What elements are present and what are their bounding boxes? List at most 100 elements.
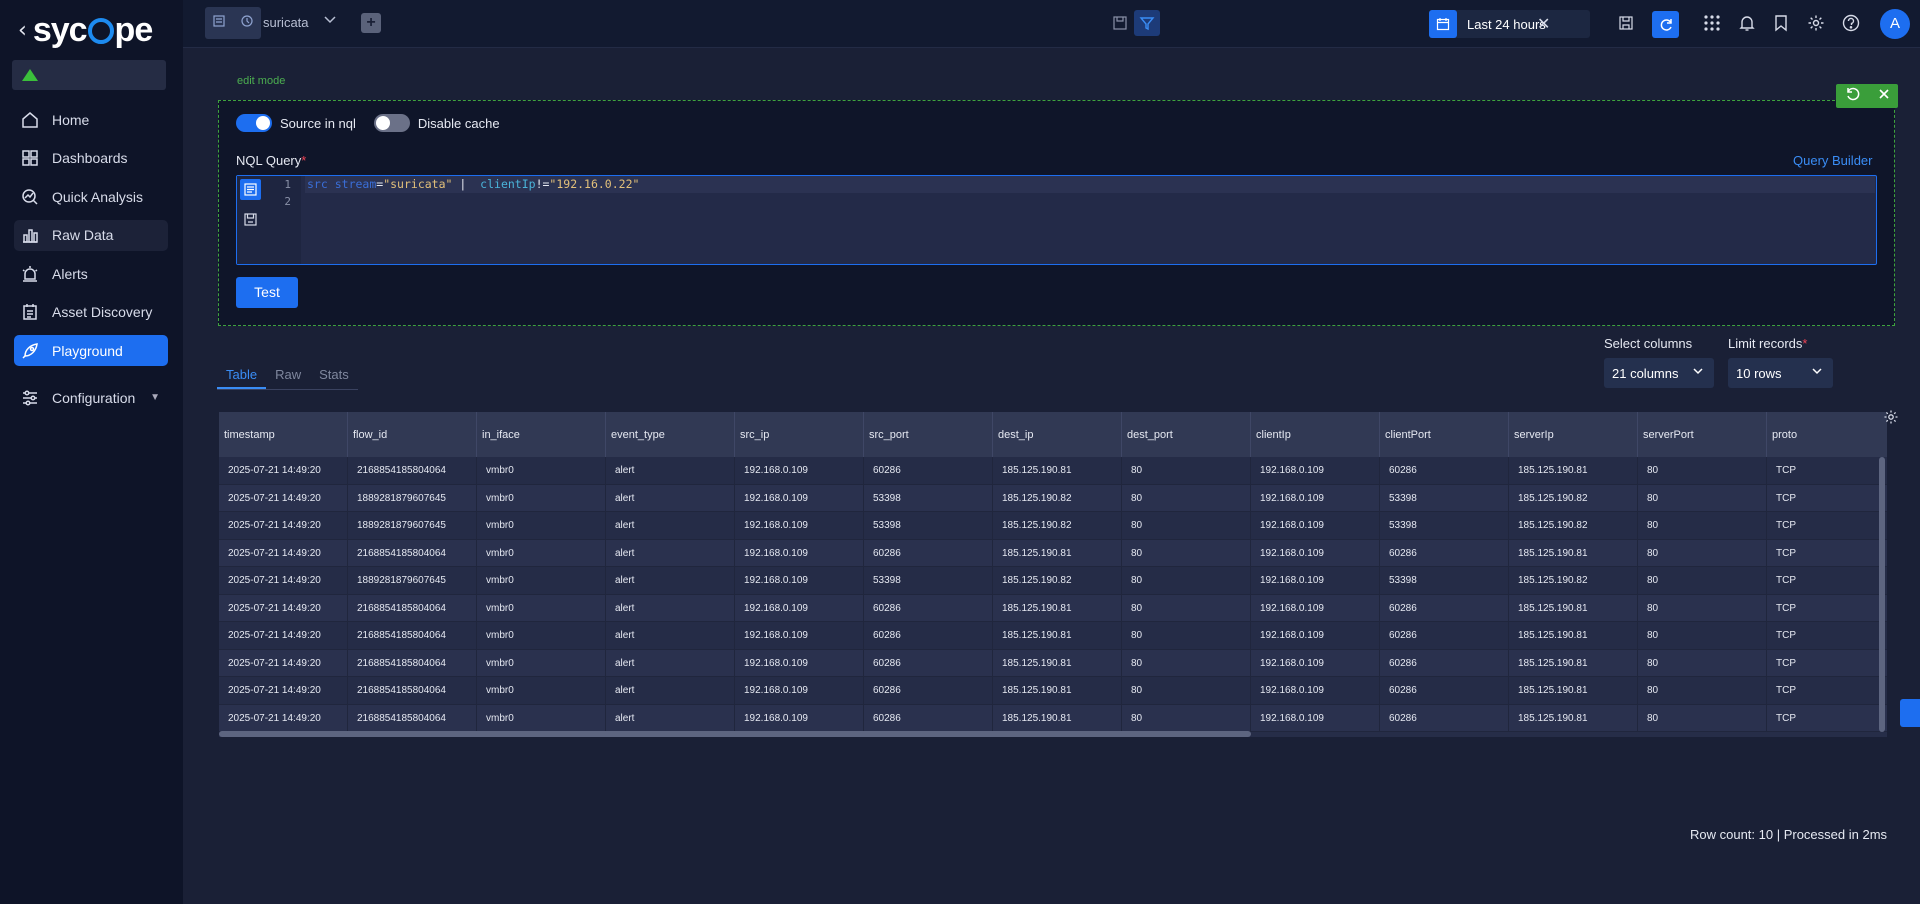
nql-query-label: NQL Query* bbox=[236, 153, 307, 168]
column-header[interactable]: clientPort bbox=[1380, 412, 1509, 457]
table-cell: 2025-07-21 14:49:20 bbox=[219, 594, 348, 621]
column-header[interactable]: in_iface bbox=[477, 412, 606, 457]
save-query-icon[interactable] bbox=[240, 209, 261, 230]
table-cell: 2168854185804064 bbox=[348, 704, 477, 731]
history-icon[interactable] bbox=[240, 14, 254, 33]
table-cell: 60286 bbox=[864, 649, 993, 676]
add-tab-button[interactable]: + bbox=[361, 13, 381, 33]
select-columns-dropdown[interactable]: 21 columns bbox=[1604, 358, 1714, 388]
user-avatar[interactable]: A bbox=[1880, 9, 1910, 39]
column-header[interactable]: src_ip bbox=[735, 412, 864, 457]
tab-table[interactable]: Table bbox=[217, 367, 267, 389]
table-cell: 2025-07-21 14:49:20 bbox=[219, 457, 348, 484]
quick-analysis-icon bbox=[20, 187, 40, 207]
column-header[interactable]: timestamp bbox=[219, 412, 348, 457]
editor-gutter bbox=[237, 176, 264, 264]
table-cell: alert bbox=[606, 457, 735, 484]
chevron-down-icon: ▼ bbox=[150, 392, 160, 403]
table-row[interactable]: 2025-07-21 14:49:20 2168854185804064 vmbr0… bbox=[219, 539, 1887, 567]
column-header[interactable]: serverPort bbox=[1638, 412, 1767, 457]
sidebar-item-label: Home bbox=[52, 111, 90, 128]
time-range-picker[interactable]: Last 24 hours ✕ bbox=[1429, 10, 1590, 38]
vertical-scrollbar[interactable] bbox=[1879, 457, 1885, 732]
apps-grid-icon[interactable] bbox=[1701, 12, 1723, 34]
settings-gear-icon[interactable] bbox=[1805, 12, 1827, 34]
save-filter-icon[interactable] bbox=[1109, 12, 1131, 34]
sidebar-item-dashboards[interactable]: Dashboards bbox=[14, 143, 168, 174]
column-header[interactable]: dest_ip bbox=[993, 412, 1122, 457]
table-cell: 80 bbox=[1122, 622, 1251, 649]
tab-raw[interactable]: Raw bbox=[266, 367, 310, 389]
sidebar-item-raw-data[interactable]: Raw Data bbox=[14, 219, 168, 251]
sidebar-item-alerts[interactable]: Alerts bbox=[14, 258, 168, 289]
table-cell: 192.168.0.109 bbox=[735, 567, 864, 594]
time-range-label: Last 24 hours bbox=[1467, 17, 1546, 32]
column-header[interactable]: clientIp bbox=[1251, 412, 1380, 457]
source-in-nql-toggle[interactable] bbox=[236, 114, 272, 132]
source-in-nql-label: Source in nql bbox=[280, 115, 356, 131]
table-row[interactable]: 2025-07-21 14:49:20 2168854185804064 vmbr0… bbox=[219, 677, 1887, 705]
filter-icon[interactable] bbox=[1134, 10, 1160, 36]
disable-cache-toggle[interactable] bbox=[373, 114, 410, 132]
table-cell: 53398 bbox=[1380, 567, 1509, 594]
chevron-down-icon bbox=[1692, 365, 1704, 380]
table-cell: 60286 bbox=[864, 594, 993, 621]
table-row[interactable]: 2025-07-21 14:49:20 1889281879607645 vmbr0… bbox=[219, 567, 1887, 595]
table-cell: 185.125.190.82 bbox=[1509, 567, 1638, 594]
query-code[interactable]: src stream="suricata" | clientIp!="192.1… bbox=[305, 176, 1875, 193]
tenant-selector[interactable] bbox=[12, 60, 166, 90]
format-query-icon[interactable] bbox=[240, 179, 261, 200]
table-cell: vmbr0 bbox=[477, 484, 606, 511]
table-row[interactable]: 2025-07-21 14:49:20 1889281879607645 vmbr0… bbox=[219, 512, 1887, 540]
sidebar-item-configuration[interactable]: Configuration ▼ bbox=[14, 382, 168, 413]
column-header[interactable]: event_type bbox=[606, 412, 735, 457]
reset-icon[interactable] bbox=[1845, 86, 1861, 107]
table-row[interactable]: 2025-07-21 14:49:20 2168854185804064 vmbr0… bbox=[219, 704, 1887, 732]
table-cell: vmbr0 bbox=[477, 622, 606, 649]
table-cell: 1889281879607645 bbox=[348, 484, 477, 511]
page-switcher[interactable] bbox=[205, 7, 261, 39]
table-row[interactable]: 2025-07-21 14:49:20 2168854185804064 vmbr0… bbox=[219, 622, 1887, 650]
close-icon[interactable] bbox=[1878, 87, 1890, 105]
column-header[interactable]: src_port bbox=[864, 412, 993, 457]
bookmark-icon[interactable] bbox=[1770, 12, 1792, 34]
save-time-icon[interactable] bbox=[1615, 12, 1637, 34]
table-cell: vmbr0 bbox=[477, 649, 606, 676]
help-icon[interactable] bbox=[1840, 12, 1862, 34]
table-cell: 53398 bbox=[1380, 484, 1509, 511]
table-row[interactable]: 2025-07-21 14:49:20 2168854185804064 vmbr0… bbox=[219, 649, 1887, 677]
limit-records-dropdown[interactable]: 10 rows bbox=[1728, 358, 1833, 388]
back-icon[interactable]: ‹ bbox=[18, 18, 27, 43]
table-settings-gear-icon[interactable] bbox=[1883, 409, 1899, 430]
table-cell: 60286 bbox=[864, 457, 993, 484]
table-cell: 192.168.0.109 bbox=[735, 704, 864, 731]
tab-stats[interactable]: Stats bbox=[310, 367, 358, 389]
column-header[interactable]: proto bbox=[1767, 412, 1887, 457]
chevron-down-icon[interactable] bbox=[323, 12, 337, 29]
table-cell: 1889281879607645 bbox=[348, 567, 477, 594]
table-cell: 80 bbox=[1122, 484, 1251, 511]
table-row[interactable]: 2025-07-21 14:49:20 2168854185804064 vmbr0… bbox=[219, 594, 1887, 622]
table-row[interactable]: 2025-07-21 14:49:20 1889281879607645 vmbr0… bbox=[219, 484, 1887, 512]
clear-time-icon[interactable]: ✕ bbox=[1537, 14, 1550, 34]
sidebar-item-home[interactable]: Home bbox=[14, 104, 168, 135]
table-row[interactable]: 2025-07-21 14:49:20 2168854185804064 vmbr0… bbox=[219, 457, 1887, 485]
nql-editor[interactable]: 1 2 src stream="suricata" | clientIp!="1… bbox=[236, 175, 1877, 265]
table-cell: TCP bbox=[1767, 567, 1887, 594]
sidebar-item-playground[interactable]: Playground bbox=[14, 335, 168, 366]
chevron-down-icon bbox=[1811, 365, 1823, 380]
query-builder-link[interactable]: Query Builder bbox=[1793, 153, 1872, 168]
horizontal-scrollbar[interactable] bbox=[219, 731, 1251, 737]
sidebar-item-asset-discovery[interactable]: Asset Discovery bbox=[14, 297, 168, 328]
column-header[interactable]: flow_id bbox=[348, 412, 477, 457]
refresh-button[interactable] bbox=[1652, 11, 1679, 38]
brand-logo[interactable]: ‹ syc pe bbox=[18, 11, 153, 49]
table-cell: 192.168.0.109 bbox=[735, 649, 864, 676]
sidebar-item-quick-analysis[interactable]: Quick Analysis bbox=[14, 181, 168, 212]
column-header[interactable]: serverIp bbox=[1509, 412, 1638, 457]
column-header[interactable]: dest_port bbox=[1122, 412, 1251, 457]
test-button[interactable]: Test bbox=[236, 277, 298, 308]
feedback-tab[interactable] bbox=[1900, 699, 1920, 727]
asset-discovery-icon bbox=[20, 302, 40, 322]
bell-icon[interactable] bbox=[1736, 12, 1758, 34]
